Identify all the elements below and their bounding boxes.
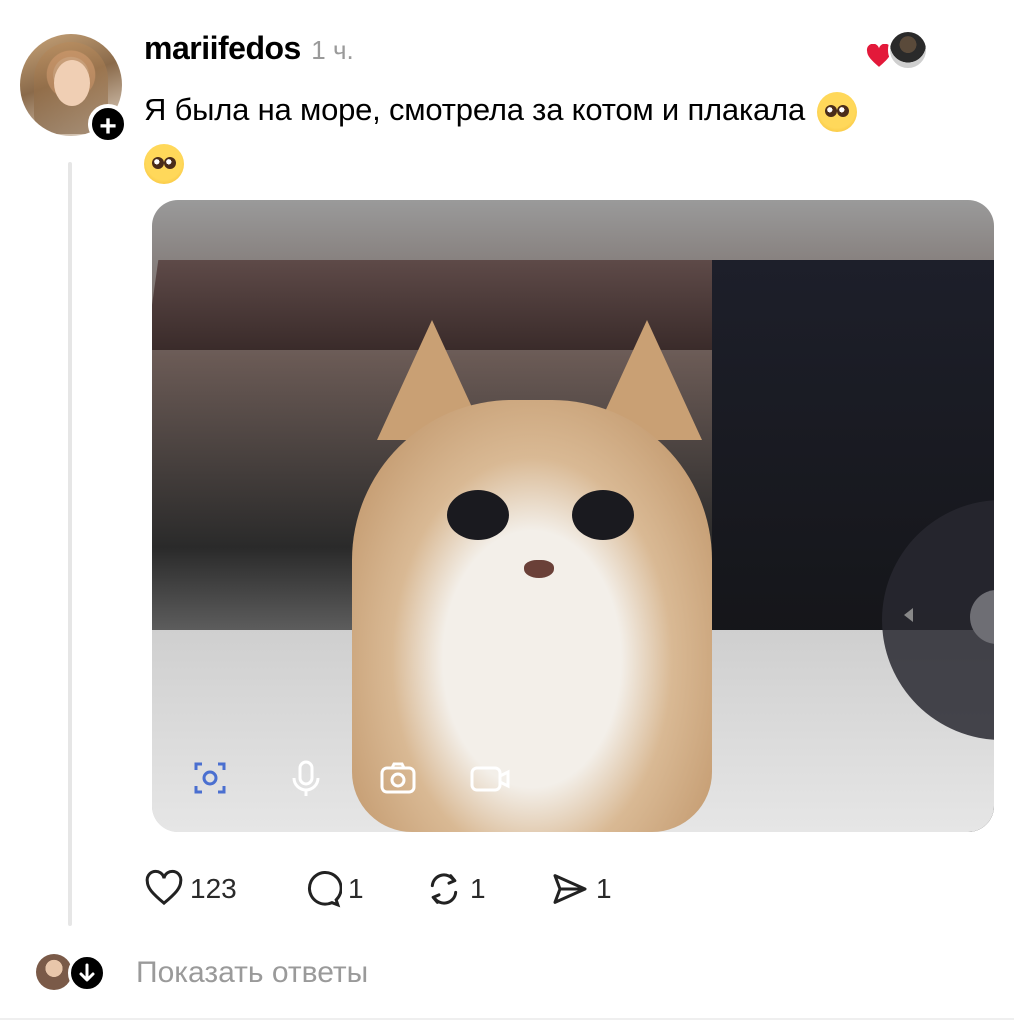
divider: [0, 1018, 1014, 1020]
joystick-knob: [970, 590, 994, 644]
video-icon: [470, 766, 510, 792]
cat-eye-left: [447, 490, 509, 540]
show-replies-label[interactable]: Показать ответы: [136, 956, 368, 990]
username[interactable]: mariifedos: [144, 30, 301, 66]
follow-plus-icon[interactable]: +: [88, 104, 128, 144]
comment-count: 1: [348, 873, 364, 904]
pleading-face-emoji: [817, 91, 858, 132]
liker-avatar: [888, 30, 928, 70]
repost-count: 1: [470, 873, 486, 904]
heart-outline-icon: [145, 869, 183, 906]
arrow-down-icon: [68, 954, 106, 992]
like-button[interactable]: 123: [144, 864, 237, 914]
post-text-body: Я была на море, смотрела за котом и плак…: [144, 92, 805, 127]
camera-icon: [380, 762, 416, 794]
left-arrow-icon: [904, 608, 913, 622]
like-count: 123: [190, 873, 237, 904]
avatar-face: [54, 60, 90, 106]
share-button[interactable]: 1: [550, 864, 612, 914]
post-time: 1 ч.: [311, 35, 354, 65]
share-count: 1: [596, 873, 612, 904]
reply-author-avatar: [36, 954, 72, 990]
send-icon: [553, 874, 587, 904]
microphone-icon: [292, 760, 320, 796]
post-media-image[interactable]: [152, 200, 994, 832]
repost-button[interactable]: 1: [424, 864, 486, 914]
pleading-face-emoji: [144, 143, 184, 184]
post-text: Я была на море, смотрела за котом и плак…: [144, 84, 994, 188]
cat-eye-right: [572, 490, 634, 540]
scan-icon: [194, 762, 226, 794]
repost-icon: [430, 873, 458, 905]
liked-by-indicator[interactable]: [866, 30, 930, 70]
post-header: mariifedos 1 ч.: [144, 30, 354, 70]
thread-line: [68, 162, 72, 926]
cat-nose: [524, 560, 554, 578]
comment-icon: [307, 871, 342, 908]
comment-button[interactable]: 1: [302, 864, 364, 914]
